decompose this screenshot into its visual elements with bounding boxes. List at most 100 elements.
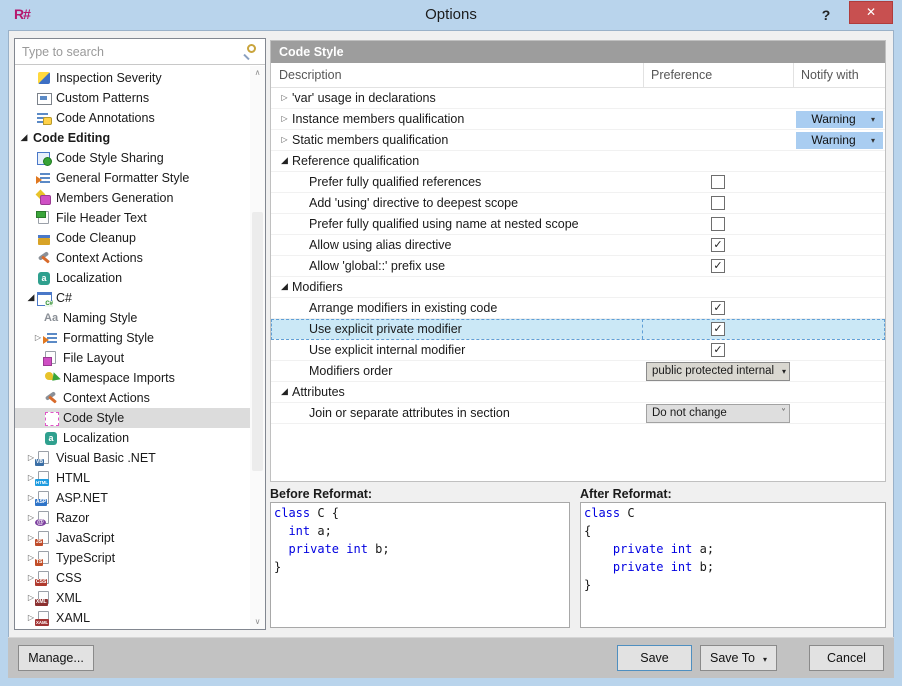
checkbox-unchecked[interactable] [711, 196, 725, 210]
sidebar-item-razor[interactable]: ▷@Razor [15, 508, 265, 528]
column-header-preference[interactable]: Preference [643, 63, 793, 87]
file-type-badge: XML [35, 599, 48, 606]
preference-dropdown[interactable]: Do not change˅ [646, 404, 790, 423]
sidebar-item-inspection-severity[interactable]: Inspection Severity [15, 68, 265, 88]
option-row-var-usage-in-declarations[interactable]: ▷'var' usage in declarations [271, 88, 885, 109]
sidebar-item-label: Custom Patterns [56, 88, 149, 108]
option-row-arrange-modifiers-in-existing-code[interactable]: Arrange modifiers in existing code✓ [271, 298, 885, 319]
code-cleanup-icon [36, 230, 52, 246]
dropdown-arrow-icon: ▾ [871, 132, 883, 149]
scroll-up-icon[interactable]: ∧ [250, 66, 265, 80]
option-description: Allow 'global::' prefix use [271, 256, 643, 276]
sidebar-item-custom-patterns[interactable]: Custom Patterns [15, 88, 265, 108]
expander-collapsed-icon[interactable]: ▷ [279, 130, 290, 150]
save-to-button[interactable]: Save To▾ [700, 645, 777, 671]
checkbox-checked[interactable]: ✓ [711, 301, 725, 315]
option-row-prefer-fully-qualified-references[interactable]: Prefer fully qualified references [271, 172, 885, 193]
manage-button[interactable]: Manage... [18, 645, 94, 671]
checkbox-checked[interactable]: ✓ [711, 343, 725, 357]
scroll-down-icon[interactable]: ∨ [250, 615, 265, 629]
search-input[interactable] [15, 39, 265, 64]
close-button[interactable]: ✕ [849, 1, 893, 24]
custom-patterns-icon [36, 90, 52, 106]
expander-expanded-icon[interactable]: ◢ [19, 128, 29, 148]
expander-collapsed-icon[interactable]: ▷ [33, 328, 43, 348]
sidebar-item-code-style-sharing[interactable]: Code Style Sharing [15, 148, 265, 168]
save-button[interactable]: Save [617, 645, 692, 671]
sidebar-item-namespace-imports[interactable]: Namespace Imports [15, 368, 265, 388]
checkbox-unchecked[interactable] [711, 175, 725, 189]
sidebar-item-context-actions[interactable]: Context Actions [15, 248, 265, 268]
option-row-join-or-separate-attributes-in-section[interactable]: Join or separate attributes in sectionDo… [271, 403, 885, 424]
preference-dropdown[interactable]: public protected internal▾ [646, 362, 790, 381]
option-row-static-members-qualification[interactable]: ▷Static members qualificationWarning▾ [271, 130, 885, 151]
option-row-allow-using-alias-directive[interactable]: Allow using alias directive✓ [271, 235, 885, 256]
sidebar-item-label: ASP.NET [56, 488, 108, 508]
checkbox-checked[interactable]: ✓ [711, 259, 725, 273]
scrollbar-thumb[interactable] [252, 212, 263, 471]
tree-scrollbar[interactable]: ∧ ∨ [250, 66, 265, 629]
expander-expanded-icon[interactable]: ◢ [279, 151, 290, 171]
sidebar-item-context-actions[interactable]: Context Actions [15, 388, 265, 408]
expander-collapsed-icon[interactable]: ▷ [26, 508, 36, 528]
sidebar-item-file-header-text[interactable]: File Header Text [15, 208, 265, 228]
expander-expanded-icon[interactable]: ◢ [279, 382, 290, 402]
option-row-attributes[interactable]: ◢Attributes [271, 382, 885, 403]
sidebar-item-code-style[interactable]: Code Style [15, 408, 265, 428]
sidebar-item-naming-style[interactable]: Naming Style [15, 308, 265, 328]
expander-collapsed-icon[interactable]: ▷ [279, 88, 290, 108]
checkbox-unchecked[interactable] [711, 217, 725, 231]
sidebar-item-visual-basic-net[interactable]: ▷VBVisual Basic .NET [15, 448, 265, 468]
sidebar-item-localization[interactable]: Localization [15, 428, 265, 448]
sidebar-item-javascript[interactable]: ▷JSJavaScript [15, 528, 265, 548]
sidebar-item-code-cleanup[interactable]: Code Cleanup [15, 228, 265, 248]
sidebar-item-members-generation[interactable]: Members Generation [15, 188, 265, 208]
sidebar-item-label: HTML [56, 468, 90, 488]
code-line: class C [584, 504, 882, 522]
notify-dropdown[interactable]: Warning▾ [796, 132, 883, 149]
sidebar-item-html[interactable]: ▷HTMLHTML [15, 468, 265, 488]
column-header-description[interactable]: Description [271, 63, 643, 87]
option-row-reference-qualification[interactable]: ◢Reference qualification [271, 151, 885, 172]
help-button[interactable]: ? [816, 4, 836, 26]
expander-expanded-icon[interactable]: ◢ [279, 277, 290, 297]
option-row-modifiers-order[interactable]: Modifiers orderpublic protected internal… [271, 361, 885, 382]
option-row-use-explicit-private-modifier[interactable]: Use explicit private modifier✓ [271, 319, 885, 340]
sidebar-item-localization[interactable]: Localization [15, 268, 265, 288]
expander-collapsed-icon[interactable]: ▷ [279, 109, 290, 129]
expander-expanded-icon[interactable]: ◢ [26, 288, 36, 308]
sidebar-item-formatting-style[interactable]: ▷Formatting Style [15, 328, 265, 348]
titlebar: R# Options ? ✕ [0, 0, 902, 30]
sidebar-item-label: CSS [56, 568, 82, 588]
localization-icon [36, 270, 52, 286]
column-header-notify-with[interactable]: Notify with [793, 63, 885, 87]
notify-dropdown[interactable]: Warning▾ [796, 111, 883, 128]
option-label: Reference qualification [292, 151, 419, 171]
namespace-imports-icon [43, 370, 59, 386]
option-row-use-explicit-internal-modifier[interactable]: Use explicit internal modifier✓ [271, 340, 885, 361]
sidebar-item-code-editing[interactable]: ◢Code Editing [15, 128, 265, 148]
razor-icon: @ [36, 510, 52, 526]
sidebar-item-general-formatter-style[interactable]: General Formatter Style [15, 168, 265, 188]
sidebar-item-code-annotations[interactable]: Code Annotations [15, 108, 265, 128]
sidebar-item-file-layout[interactable]: File Layout [15, 348, 265, 368]
code-style-icon [43, 410, 59, 426]
keyword: class [274, 506, 310, 520]
option-row-add-using-directive-to-deepest-scope[interactable]: Add 'using' directive to deepest scope [271, 193, 885, 214]
checkbox-checked[interactable]: ✓ [711, 238, 725, 252]
sidebar-item-xml[interactable]: ▷XMLXML [15, 588, 265, 608]
option-row-allow-global-prefix-use[interactable]: Allow 'global::' prefix use ✓ [271, 256, 885, 277]
option-row-modifiers[interactable]: ◢Modifiers [271, 277, 885, 298]
option-row-instance-members-qualification[interactable]: ▷Instance members qualificationWarning▾ [271, 109, 885, 130]
sidebar-item-css[interactable]: ▷CSSCSS [15, 568, 265, 588]
sidebar-item-c#[interactable]: ◢C# [15, 288, 265, 308]
sidebar-item-xaml[interactable]: ▷XAMLXAML [15, 608, 265, 628]
notify-cell [793, 319, 885, 339]
sidebar-item-typescript[interactable]: ▷TSTypeScript [15, 548, 265, 568]
cancel-button[interactable]: Cancel [809, 645, 884, 671]
checkbox-checked[interactable]: ✓ [711, 322, 725, 336]
sidebar-item-label: Localization [56, 268, 122, 288]
js-icon: JS [36, 530, 52, 546]
option-row-prefer-fully-qualified-using-name-at-nested-scope[interactable]: Prefer fully qualified using name at nes… [271, 214, 885, 235]
sidebar-item-asp-net[interactable]: ▷ASPASP.NET [15, 488, 265, 508]
